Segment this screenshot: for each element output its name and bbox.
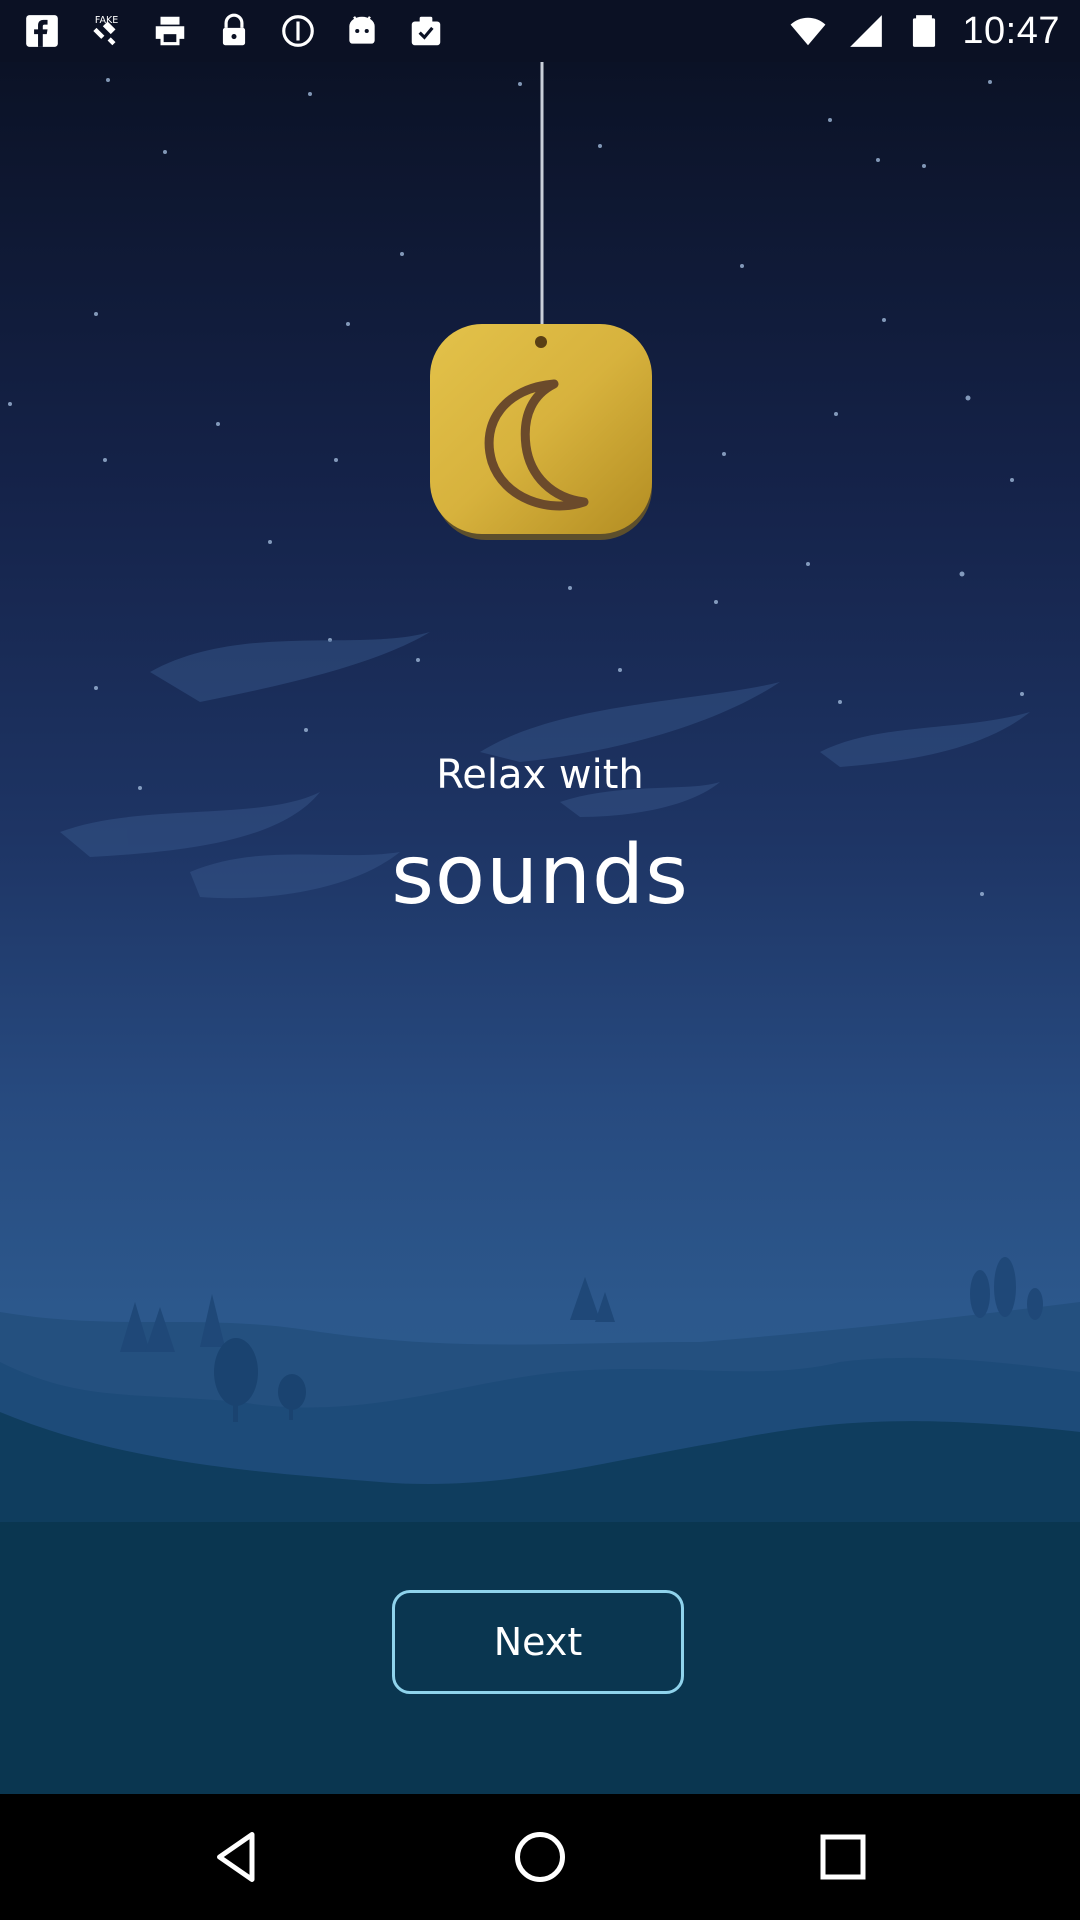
navigation-bar: [0, 1794, 1080, 1920]
android-icon: [342, 11, 382, 51]
next-button[interactable]: Next: [392, 1590, 684, 1694]
home-icon[interactable]: [495, 1814, 585, 1900]
headline-intro: Relax with: [436, 752, 644, 798]
system-status: 10:47: [788, 0, 1060, 62]
headline-feature: sounds: [391, 828, 689, 923]
clock: 10:47: [962, 9, 1060, 52]
onboarding-scene: Relax with sounds Next: [0, 62, 1080, 1794]
clipboard-check-icon: [406, 11, 446, 51]
signal-icon: [846, 11, 886, 51]
info-icon: [278, 11, 318, 51]
facebook-icon: [22, 11, 62, 51]
notification-icons: FAKE: [22, 0, 446, 62]
fake-gps-icon: FAKE: [86, 11, 126, 51]
recents-icon[interactable]: [798, 1814, 888, 1900]
print-icon: [150, 11, 190, 51]
wifi-icon: [788, 11, 828, 51]
back-icon[interactable]: [192, 1814, 282, 1900]
lock-icon: [214, 11, 254, 51]
battery-icon: [904, 11, 944, 51]
moon-pendant: [430, 62, 652, 540]
status-bar: FAKE 10:47: [0, 0, 1080, 62]
